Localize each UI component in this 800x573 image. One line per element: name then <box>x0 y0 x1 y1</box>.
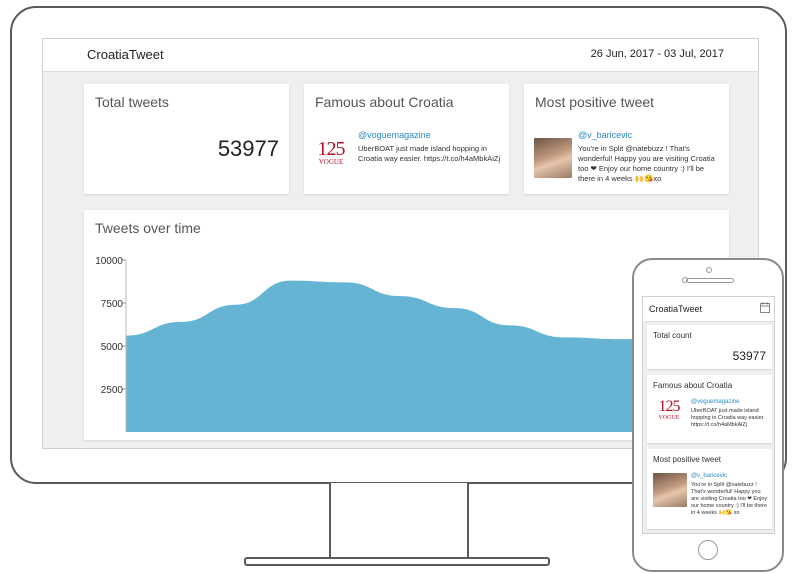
monitor-stand-base <box>244 557 550 566</box>
card-title: Total tweets <box>95 94 169 110</box>
app-header: CroatiaTweet 26 Jun, 2017 - 03 Jul, 2017 <box>43 39 758 72</box>
tweet-text: You're in Split @natebuzz ! That's wonde… <box>578 144 715 183</box>
app-title[interactable]: CroatiaTweet <box>87 47 164 62</box>
phone-sensor <box>706 267 712 273</box>
tweet-handle[interactable]: @v_baricevic <box>578 130 632 140</box>
phone-speaker <box>686 278 734 283</box>
mobile-screen: CroatiaTweet Total count 53977 Famous ab… <box>642 296 775 534</box>
y-tick-label: 10000 <box>95 256 123 267</box>
card-title: Total count <box>653 331 692 340</box>
calendar-icon[interactable] <box>760 302 770 313</box>
y-tick-label: 5000 <box>101 342 124 353</box>
vogue-logo: 125 VOGUE <box>658 398 681 422</box>
tweet-handle[interactable]: @voguemagazine <box>691 399 739 405</box>
tweet-text: UberBOAT just made island hopping in Cro… <box>358 144 501 163</box>
mobile-app-title[interactable]: CroatiaTweet <box>649 304 702 314</box>
tweet-text: You're in Split @natebuzz ! That's wonde… <box>691 482 768 516</box>
card-title: Famous about Croatia <box>315 94 454 110</box>
y-tick-label: 2500 <box>101 385 124 396</box>
mobile-total-card: Total count 53977 <box>647 325 772 369</box>
mobile-positive-card: Most positive tweet @v_baricevic You're … <box>647 449 772 529</box>
positive-tweet-card: Most positive tweet @v_baricevic You're … <box>524 84 729 194</box>
card-title: Famous about Croatia <box>653 381 733 390</box>
total-count-value: 53977 <box>732 349 766 363</box>
user-avatar <box>534 138 572 178</box>
card-title: Most positive tweet <box>535 94 655 110</box>
tweet-handle[interactable]: @voguemagazine <box>358 130 431 140</box>
mobile-phone: CroatiaTweet Total count 53977 Famous ab… <box>632 258 784 572</box>
card-title: Most positive tweet <box>653 455 722 464</box>
famous-tweet-card: Famous about Croatia 125 VOGUE @voguemag… <box>304 84 509 194</box>
home-button[interactable] <box>698 540 718 560</box>
vogue-logo: 125 VOGUE <box>317 138 346 166</box>
total-tweets-value: 53977 <box>217 136 279 161</box>
y-tick-label: 7500 <box>101 299 124 310</box>
mobile-famous-card: Famous about Croatia 125 VOGUE @voguemag… <box>647 375 772 443</box>
mobile-header: CroatiaTweet <box>643 297 774 322</box>
tweet-handle[interactable]: @v_baricevic <box>691 473 727 479</box>
tweet-text: UberBOAT just made island hopping in Cro… <box>691 408 765 428</box>
user-avatar <box>653 473 687 507</box>
monitor-stand-neck <box>329 483 469 559</box>
total-tweets-card: Total tweets 53977 <box>84 84 289 194</box>
date-range[interactable]: 26 Jun, 2017 - 03 Jul, 2017 <box>591 48 724 60</box>
